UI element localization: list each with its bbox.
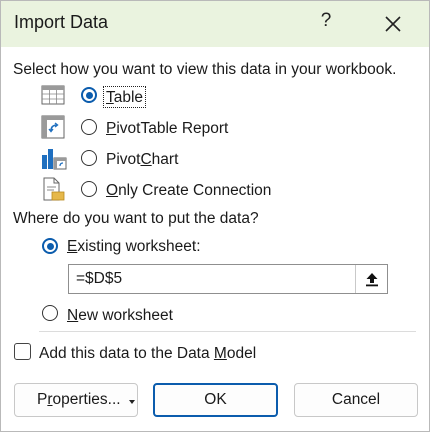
- existing-worksheet-label[interactable]: Existing worksheet:: [67, 238, 201, 256]
- location-section-heading: Where do you want to put the data?: [13, 210, 259, 227]
- option-pivottable-label[interactable]: PivotTable Report: [106, 120, 228, 138]
- pivottable-icon: [41, 115, 65, 139]
- title-bar: Import Data ?: [1, 1, 429, 47]
- radio-new-worksheet[interactable]: [42, 305, 58, 321]
- dialog-title: Import Data: [14, 12, 109, 32]
- close-icon[interactable]: [381, 12, 405, 36]
- properties-button-label: Properties...: [37, 391, 121, 408]
- collapse-dialog-button[interactable]: [355, 265, 387, 293]
- range-reference-value[interactable]: =$D$5: [76, 270, 122, 288]
- pivotchart-icon: [42, 149, 67, 170]
- properties-button[interactable]: Properties...: [14, 383, 138, 417]
- collapse-dialog-icon: [366, 273, 378, 287]
- option-pivotchart-label[interactable]: PivotChart: [106, 151, 178, 169]
- radio-table[interactable]: [81, 87, 97, 103]
- radio-pivotchart[interactable]: [81, 150, 97, 166]
- range-reference-input[interactable]: =$D$5: [68, 264, 388, 294]
- connection-icon: [43, 177, 65, 201]
- ok-button[interactable]: OK: [153, 383, 278, 417]
- data-model-label[interactable]: Add this data to the Data Model: [39, 345, 256, 363]
- view-section-heading: Select how you want to view this data in…: [13, 61, 397, 78]
- help-button[interactable]: ?: [315, 10, 337, 32]
- import-data-dialog: Import Data ? Select how you want to vie…: [0, 0, 430, 432]
- new-worksheet-label[interactable]: New worksheet: [67, 307, 173, 325]
- radio-existing-worksheet[interactable]: [42, 238, 58, 254]
- divider: [39, 331, 416, 332]
- dropdown-caret-icon: [129, 400, 135, 404]
- data-model-checkbox[interactable]: [14, 343, 31, 360]
- table-icon: [41, 85, 65, 105]
- radio-pivottable[interactable]: [81, 119, 97, 135]
- option-only-connection-label[interactable]: Only Create Connection: [106, 182, 271, 200]
- option-table-label[interactable]: Table: [106, 89, 143, 107]
- radio-only-connection[interactable]: [81, 181, 97, 197]
- cancel-button[interactable]: Cancel: [294, 383, 418, 417]
